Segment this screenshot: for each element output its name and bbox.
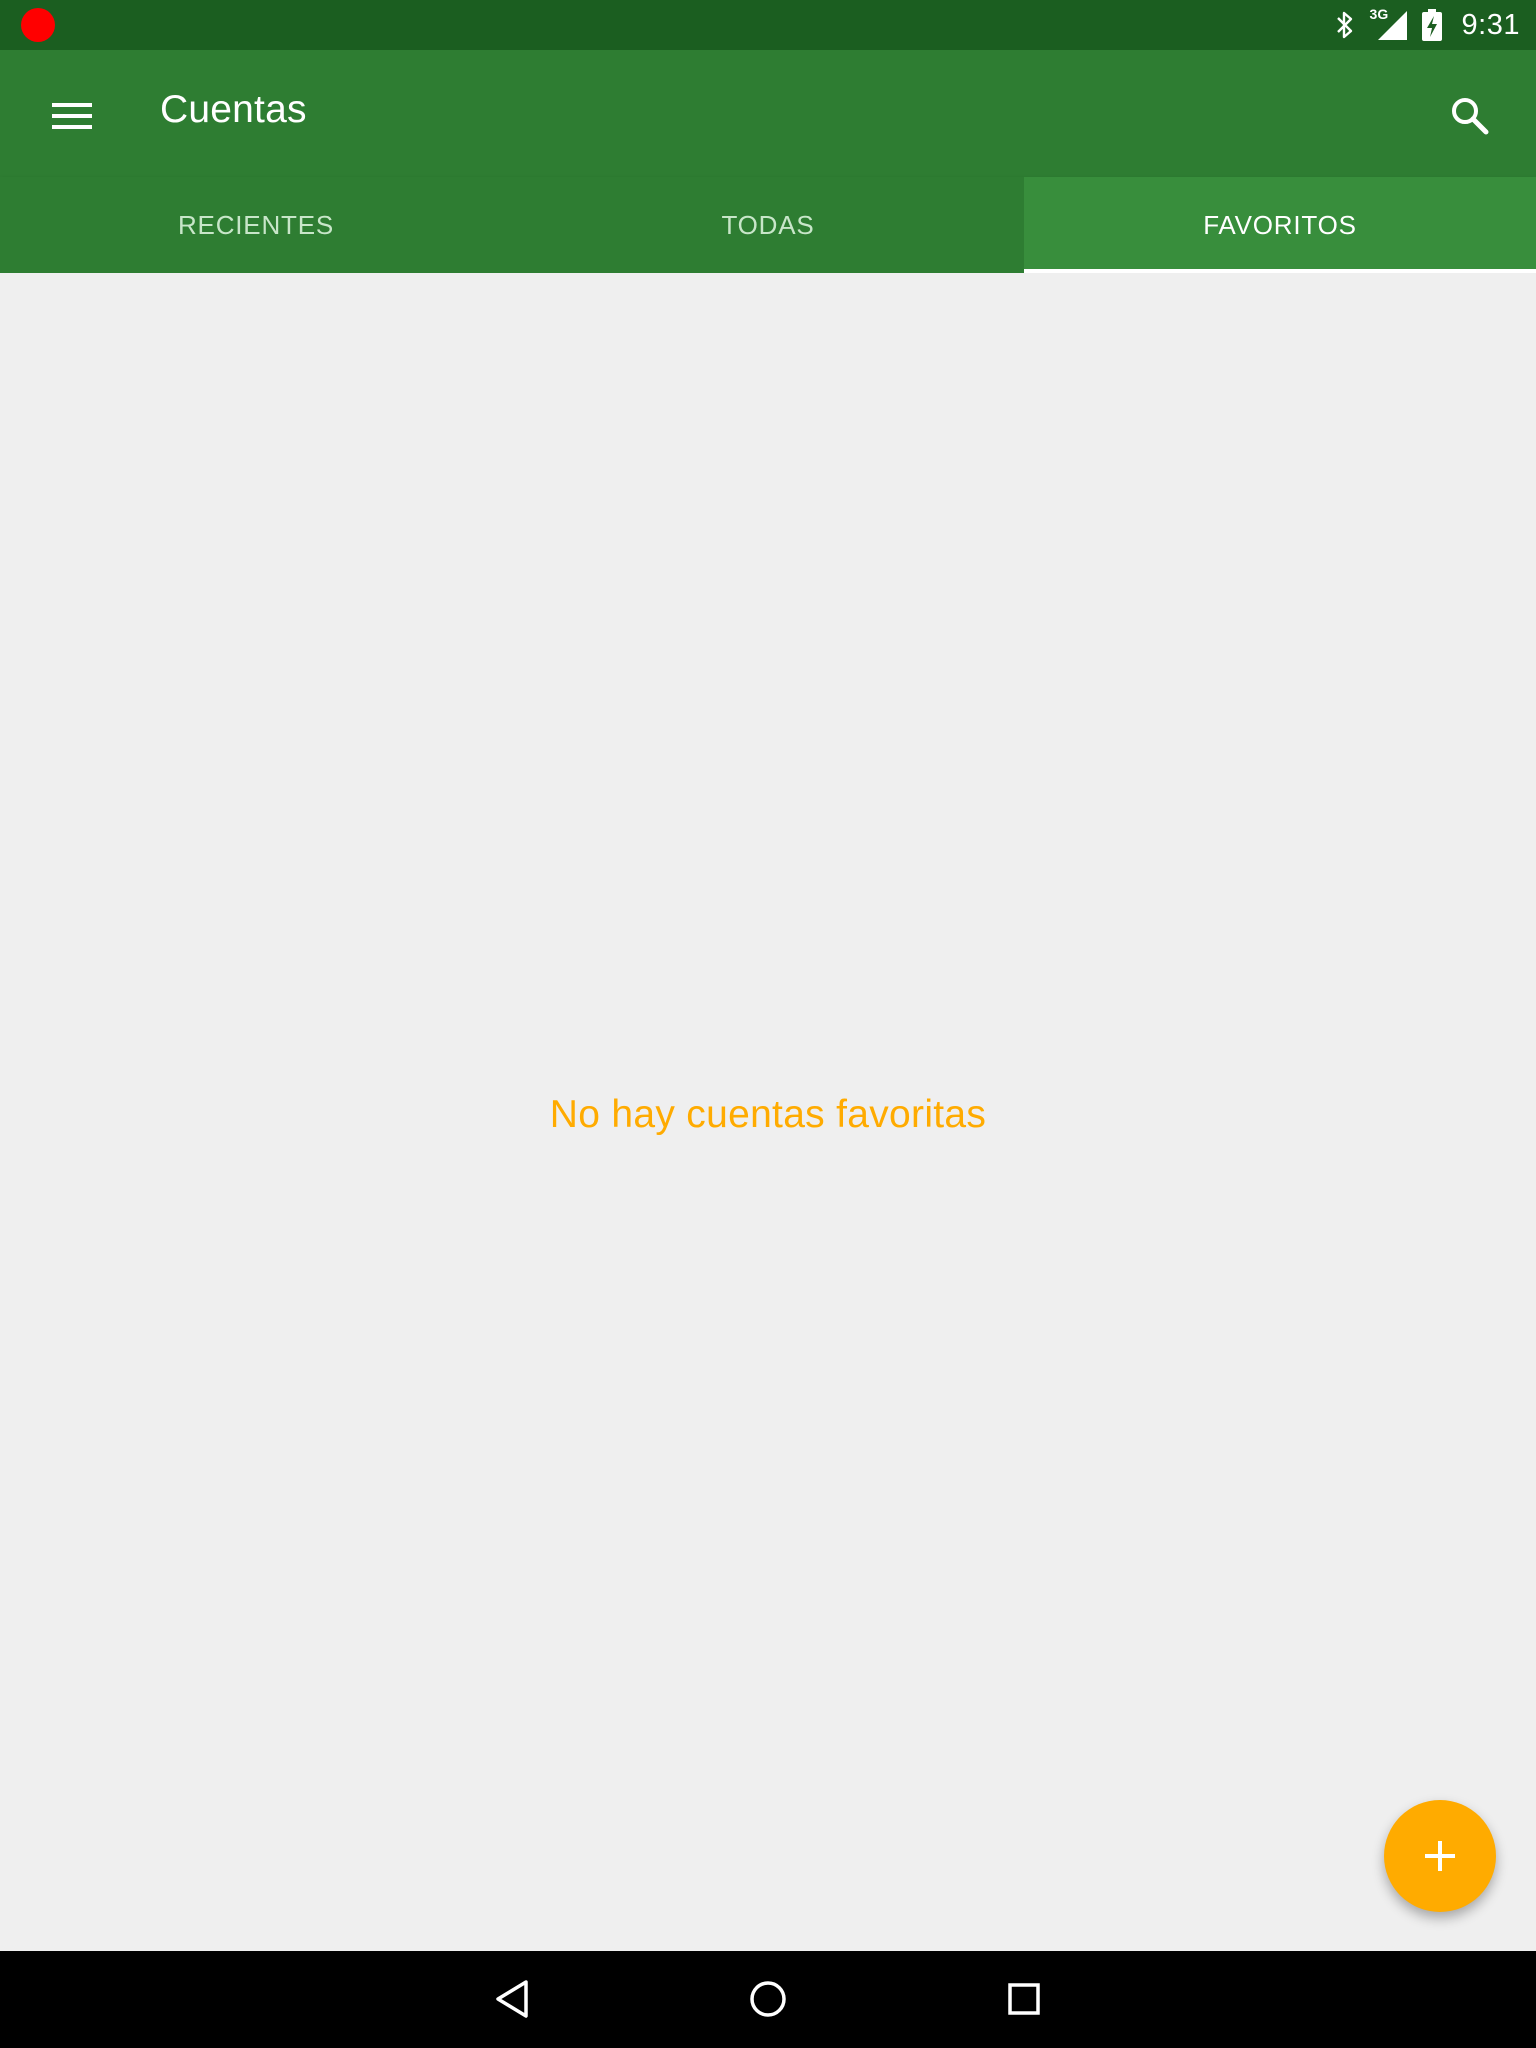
recording-indicator-icon bbox=[21, 8, 55, 42]
clock: 9:31 bbox=[1461, 8, 1520, 41]
page-title: Cuentas bbox=[160, 88, 307, 131]
plus-icon bbox=[1425, 1841, 1455, 1871]
tab-label: FAVORITOS bbox=[1203, 209, 1357, 240]
tab-label: RECIENTES bbox=[177, 209, 334, 240]
home-button[interactable] bbox=[738, 1969, 798, 2029]
app-bar: Cuentas bbox=[0, 50, 1536, 177]
back-icon bbox=[496, 1980, 528, 2018]
tab-bar: RECIENTES TODAS FAVORITOS bbox=[0, 177, 1536, 273]
search-button[interactable] bbox=[1438, 84, 1502, 148]
empty-state-message: No hay cuentas favoritas bbox=[549, 1093, 987, 1136]
menu-button[interactable] bbox=[40, 84, 104, 148]
recents-button[interactable] bbox=[994, 1969, 1054, 2029]
signal-indicator: 3G bbox=[1370, 6, 1408, 41]
bluetooth-icon bbox=[1336, 11, 1352, 39]
tab-label: TODAS bbox=[721, 209, 815, 240]
navigation-bar bbox=[0, 1951, 1536, 2048]
status-icons: 3G 9:31 bbox=[1334, 0, 1520, 50]
tab-favoritos[interactable]: FAVORITOS bbox=[1024, 177, 1536, 273]
search-icon bbox=[1452, 98, 1489, 135]
home-icon bbox=[750, 1981, 786, 2017]
favorites-list: No hay cuentas favoritas bbox=[0, 273, 1536, 1951]
tab-recientes[interactable]: RECIENTES bbox=[0, 177, 512, 273]
add-account-button[interactable] bbox=[1384, 1800, 1496, 1912]
back-button[interactable] bbox=[482, 1969, 542, 2029]
tab-todas[interactable]: TODAS bbox=[512, 177, 1024, 273]
battery-charging-icon bbox=[1421, 9, 1442, 41]
cell-signal-icon bbox=[1377, 11, 1407, 40]
hamburger-menu-icon bbox=[52, 103, 92, 129]
recents-icon bbox=[1008, 1983, 1040, 2015]
status-bar: 3G 9:31 bbox=[0, 0, 1536, 50]
